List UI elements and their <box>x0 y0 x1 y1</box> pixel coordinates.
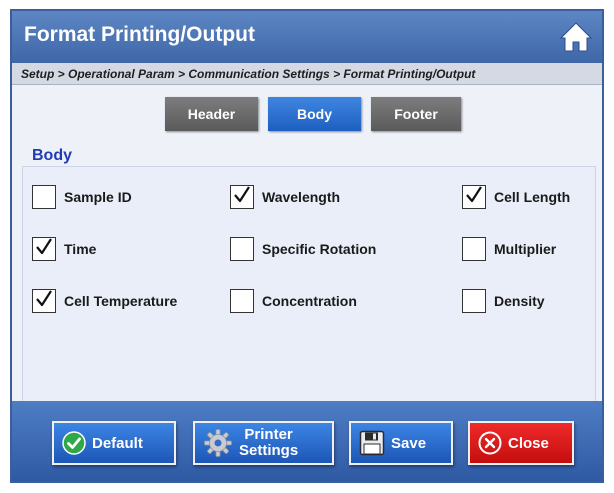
checkbox-box[interactable] <box>230 237 254 261</box>
checkbox-box[interactable] <box>32 185 56 209</box>
checkbox-label: Cell Temperature <box>64 293 178 309</box>
check-mark-icon <box>234 185 250 202</box>
printer-settings-label: Printer Settings <box>239 427 298 459</box>
close-button-label: Close <box>508 434 549 452</box>
save-button[interactable]: Save <box>349 421 453 465</box>
checkbox-specific-rotation[interactable]: Specific Rotation <box>230 237 376 261</box>
tab-header[interactable]: Header <box>165 97 258 131</box>
checkbox-box[interactable] <box>32 289 56 313</box>
checkbox-cell-length[interactable]: Cell Length <box>462 185 570 209</box>
tab-footer[interactable]: Footer <box>371 97 461 131</box>
checkbox-label: Concentration <box>262 293 357 309</box>
checkbox-wavelength[interactable]: Wavelength <box>230 185 340 209</box>
close-button[interactable]: Close <box>468 421 574 465</box>
checkbox-label: Time <box>64 241 97 257</box>
gear-icon <box>204 429 232 457</box>
checkbox-label: Density <box>494 293 545 309</box>
checkbox-box[interactable] <box>230 185 254 209</box>
checkbox-label: Multiplier <box>494 241 557 257</box>
tab-body[interactable]: Body <box>268 97 361 131</box>
home-button[interactable] <box>558 19 594 55</box>
checkbox-box[interactable] <box>32 237 56 261</box>
checkbox-box[interactable] <box>230 289 254 313</box>
window-title: Format Printing/Output <box>24 23 255 46</box>
printer-settings-button[interactable]: Printer Settings <box>193 421 334 465</box>
save-button-label: Save <box>391 434 427 452</box>
checkbox-box[interactable] <box>462 289 486 313</box>
default-button[interactable]: Default <box>52 421 176 465</box>
check-mark-icon <box>466 185 482 202</box>
checkbox-label: Cell Length <box>494 189 571 205</box>
breadcrumb: Setup > Operational Param > Communicatio… <box>12 63 602 85</box>
checkbox-time[interactable]: Time <box>32 237 96 261</box>
section-title: Body <box>32 147 72 164</box>
checkbox-concentration[interactable]: Concentration <box>230 289 357 313</box>
checkbox-box[interactable] <box>462 237 486 261</box>
checkbox-multiplier[interactable]: Multiplier <box>462 237 556 261</box>
floppy-disk-icon <box>359 430 385 456</box>
checkbox-density[interactable]: Density <box>462 289 545 313</box>
default-button-label: Default <box>92 434 143 452</box>
printer-label-line2: Settings <box>239 442 299 459</box>
format-printing-window: Format Printing/Output Setup > Operation… <box>10 9 604 483</box>
check-mark-icon <box>36 289 52 306</box>
checkbox-cell-temperature[interactable]: Cell Temperature <box>32 289 177 313</box>
checkbox-sample-id[interactable]: Sample ID <box>32 185 132 209</box>
check-circle-icon <box>62 431 86 455</box>
home-icon <box>559 22 593 52</box>
check-mark-icon <box>36 237 52 254</box>
checkbox-label: Wavelength <box>262 189 341 205</box>
body-options-panel: Sample ID Wavelength Cell Length Time Sp… <box>22 166 596 406</box>
checkbox-box[interactable] <box>462 185 486 209</box>
button-bar: Default Printer Settings Save Close <box>12 401 602 481</box>
title-bar: Format Printing/Output <box>12 11 602 63</box>
checkbox-label: Specific Rotation <box>262 241 377 257</box>
checkbox-label: Sample ID <box>64 189 132 205</box>
printer-label-line1: Printer <box>244 426 293 443</box>
close-circle-icon <box>478 431 502 455</box>
